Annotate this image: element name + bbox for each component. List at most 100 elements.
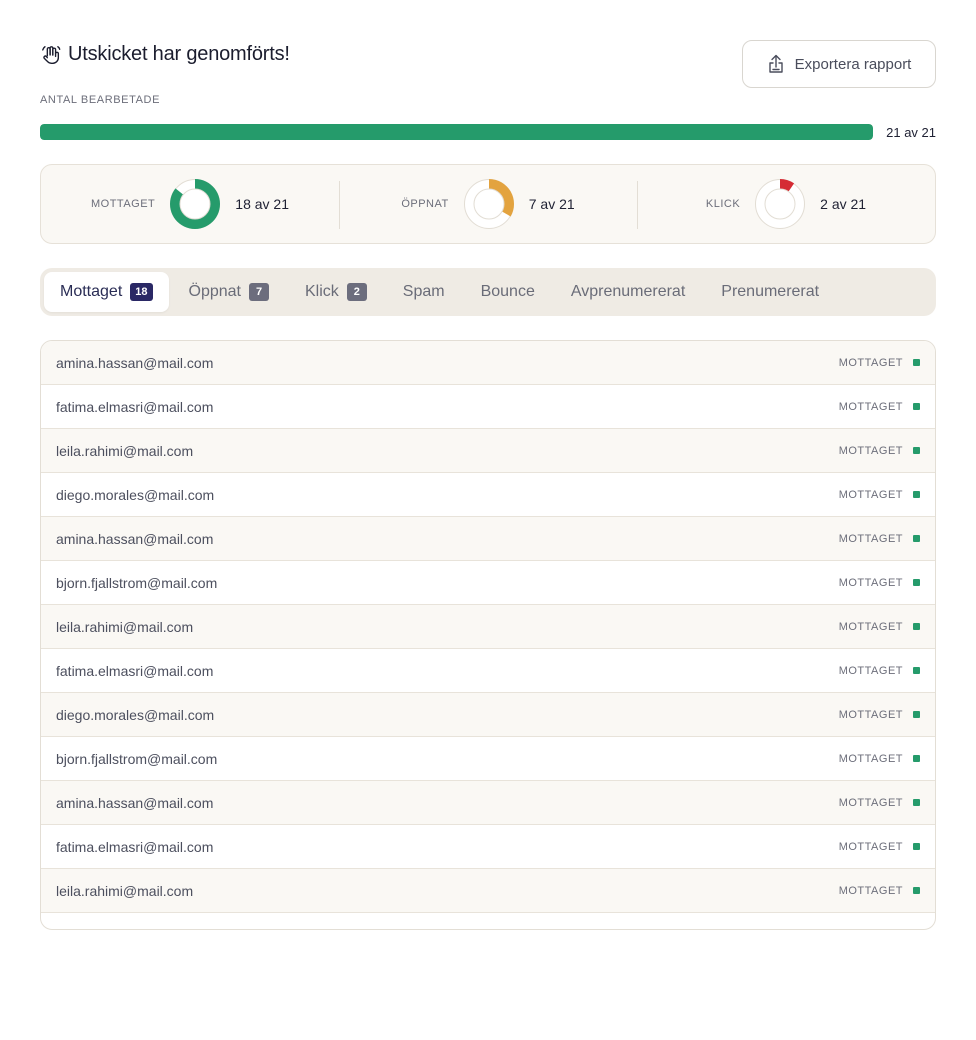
status-dot xyxy=(913,711,920,718)
processed-label: ANTAL BEARBETADE xyxy=(40,94,161,106)
tab-label: Spam xyxy=(402,283,445,300)
status-badge: MOTTAGET xyxy=(839,533,920,545)
tab-label: Avprenumererat xyxy=(570,283,686,300)
status-dot xyxy=(913,579,920,586)
status-badge: MOTTAGET xyxy=(839,357,920,369)
status-label: MOTTAGET xyxy=(838,488,903,501)
recipient-email: amina.hassan@mail.com xyxy=(56,530,214,547)
status-label: MOTTAGET xyxy=(838,532,903,545)
status-dot xyxy=(913,623,920,630)
status-label: MOTTAGET xyxy=(838,884,903,897)
tab-clicks[interactable]: Klick 2 xyxy=(289,272,383,312)
status-badge: MOTTAGET xyxy=(839,401,920,413)
list-item[interactable]: amina.hassan@mail.com MOTTAGET xyxy=(41,517,935,561)
recipient-email: amina.hassan@mail.com xyxy=(56,794,214,811)
recipient-email: bjorn.fjallstrom@mail.com xyxy=(56,574,218,591)
stat-opened: ÖPPNAT 7 av 21 xyxy=(339,165,637,243)
tab-count-badge: 18 xyxy=(130,283,153,301)
tab-label: Öppnat xyxy=(188,283,241,300)
recipient-email: leila.rahimi@mail.com xyxy=(56,618,194,635)
tab-label: Prenumererat xyxy=(721,283,820,300)
donut-hole xyxy=(179,188,211,220)
tab-spam[interactable]: Spam xyxy=(387,272,461,312)
tab-count-badge: 7 xyxy=(249,283,269,301)
stat-value: 7 av 21 xyxy=(528,196,575,212)
list-item[interactable]: diego.morales@mail.com MOTTAGET xyxy=(41,473,935,517)
export-report-label: Exportera rapport xyxy=(794,55,912,73)
list-item[interactable]: leila.rahimi@mail.com MOTTAGET xyxy=(41,605,935,649)
recipient-email: fatima.elmasri@mail.com xyxy=(56,398,214,415)
status-dot xyxy=(913,403,920,410)
status-label: MOTTAGET xyxy=(838,444,903,457)
list-item[interactable]: diego.morales@mail.com MOTTAGET xyxy=(41,693,935,737)
tab-bounce[interactable]: Bounce xyxy=(465,272,551,312)
tab-count-badge: 2 xyxy=(346,283,367,301)
status-label: MOTTAGET xyxy=(838,708,903,721)
status-label: MOTTAGET xyxy=(838,752,903,765)
upload-icon xyxy=(767,54,785,74)
title-group: Utskicket har genomförts! xyxy=(40,43,290,66)
recipient-email: diego.morales@mail.com xyxy=(56,706,215,723)
list-item[interactable]: fatima.elmasri@mail.com MOTTAGET xyxy=(41,649,935,693)
recipient-email: leila.rahimi@mail.com xyxy=(56,442,194,459)
progress-count: 21 av 21 xyxy=(886,125,936,140)
donut-hole xyxy=(764,188,796,220)
status-badge: MOTTAGET xyxy=(839,665,920,677)
status-badge: MOTTAGET xyxy=(839,753,920,765)
recipient-list[interactable]: amina.hassan@mail.com MOTTAGET fatima.elma… xyxy=(40,340,936,930)
stat-label: ÖPPNAT xyxy=(401,198,449,210)
status-dot xyxy=(913,535,920,542)
recipient-email: fatima.elmasri@mail.com xyxy=(56,838,214,855)
status-label: MOTTAGET xyxy=(838,664,903,677)
status-badge: MOTTAGET xyxy=(839,489,920,501)
hand-wave-icon xyxy=(40,44,62,66)
progress-fill xyxy=(40,124,873,140)
status-label: MOTTAGET xyxy=(838,840,903,853)
status-dot xyxy=(913,447,920,454)
stat-received: MOTTAGET 18 av 21 xyxy=(41,165,339,243)
tab-subscribed[interactable]: Prenumererat xyxy=(705,272,835,312)
tab-label: Mottaget xyxy=(60,283,123,300)
clicks-donut xyxy=(755,179,806,229)
status-label: MOTTAGET xyxy=(838,620,903,633)
list-item[interactable]: bjorn.fjallstrom@mail.com MOTTAGET xyxy=(41,737,935,781)
status-badge: MOTTAGET xyxy=(839,445,920,457)
list-item[interactable]: amina.hassan@mail.com MOTTAGET xyxy=(41,341,935,385)
export-report-button[interactable]: Exportera rapport xyxy=(742,40,936,88)
list-item[interactable]: leila.rahimi@mail.com MOTTAGET xyxy=(41,869,935,913)
status-dot xyxy=(913,755,920,762)
recipient-email: fatima.elmasri@mail.com xyxy=(56,662,214,679)
status-dot xyxy=(913,799,920,806)
status-badge: MOTTAGET xyxy=(839,885,920,897)
status-label: MOTTAGET xyxy=(838,400,903,413)
tab-opened[interactable]: Öppnat 7 xyxy=(173,272,285,312)
list-item[interactable]: fatima.elmasri@mail.com MOTTAGET xyxy=(41,385,935,429)
status-dot xyxy=(913,887,920,894)
status-dot xyxy=(913,491,920,498)
recipient-email: bjorn.fjallstrom@mail.com xyxy=(56,750,218,767)
tab-unsubscribed[interactable]: Avprenumererat xyxy=(555,272,701,312)
page-header: Utskicket har genomförts! Exportera rapp… xyxy=(40,40,936,88)
list-item[interactable]: amina.hassan@mail.com MOTTAGET xyxy=(41,781,935,825)
status-label: MOTTAGET xyxy=(838,356,903,369)
status-dot xyxy=(913,843,920,850)
status-badge: MOTTAGET xyxy=(839,797,920,809)
tab-label: Klick xyxy=(305,283,339,300)
status-label: MOTTAGET xyxy=(838,796,903,809)
stat-value: 18 av 21 xyxy=(235,196,289,212)
status-badge: MOTTAGET xyxy=(839,709,920,721)
tab-received[interactable]: Mottaget 18 xyxy=(44,272,169,312)
progress-bar xyxy=(40,124,873,140)
recipient-email: leila.rahimi@mail.com xyxy=(56,882,194,899)
recipient-email: diego.morales@mail.com xyxy=(56,486,215,503)
stat-label: MOTTAGET xyxy=(90,198,156,210)
page-title: Utskicket har genomförts! xyxy=(68,43,290,65)
list-item[interactable]: bjorn.fjallstrom@mail.com MOTTAGET xyxy=(41,561,935,605)
status-dot xyxy=(913,667,920,674)
received-donut xyxy=(170,179,221,229)
stats-panel: MOTTAGET 18 av 21 ÖPPNAT 7 av 21 KLICK 2… xyxy=(40,164,936,244)
donut-hole xyxy=(473,188,505,220)
list-item[interactable]: fatima.elmasri@mail.com MOTTAGET xyxy=(41,825,935,869)
list-item[interactable]: leila.rahimi@mail.com MOTTAGET xyxy=(41,429,935,473)
status-badge: MOTTAGET xyxy=(839,577,920,589)
